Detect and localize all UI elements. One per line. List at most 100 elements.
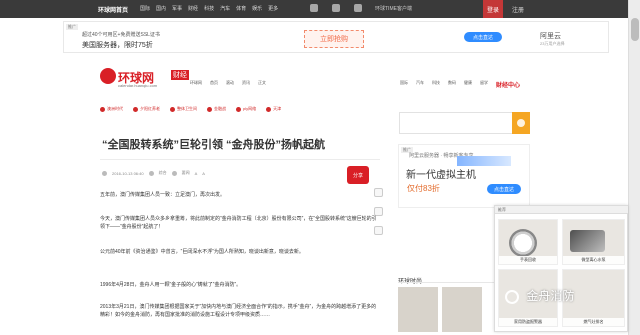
fashion-image[interactable]: [398, 287, 438, 332]
channel-auto[interactable]: 汽车: [416, 80, 424, 89]
scrollbar-thumb[interactable]: [631, 18, 639, 41]
share-button[interactable]: 分享: [347, 166, 369, 184]
article-source: 综合: [158, 170, 167, 175]
circle-icon: [236, 106, 241, 112]
circle-icon: [266, 106, 272, 112]
ad-title: 新一代虚拟主机: [406, 170, 476, 181]
subnav-item[interactable]: ply网络: [236, 104, 256, 114]
article-paragraph: 今天，澳门传媒集团人员众多乡拿重筹，将此前制定的“金舟消防工程（北京）股份有限公…: [100, 216, 377, 230]
circle-icon: [100, 106, 105, 112]
breadcrumb-news[interactable]: 资讯: [242, 80, 250, 86]
section-title: 环球时尚: [398, 276, 422, 285]
nav-sports[interactable]: 体育: [236, 5, 246, 12]
ad-decor: [457, 156, 511, 166]
subnav-item[interactable]: 夕阳红养老: [133, 104, 160, 114]
article-paragraph: 五年前，澳门传媒集团人员一致：立足澳门，再次出发。: [100, 192, 226, 198]
channel-study[interactable]: 留学: [480, 80, 488, 89]
popup-header: 推荐 ×: [495, 206, 628, 214]
subnav-label: 金融战: [214, 106, 226, 111]
right-advertisement[interactable]: 推广 阿里云服务器 · 畅享新客专享 新一代虚拟主机 仅付83折 点击直达: [398, 144, 530, 208]
settings-icon[interactable]: [310, 4, 318, 12]
tag-icon: [171, 170, 177, 176]
subnav-label: 澳洲时代: [107, 106, 123, 111]
top-icons: [310, 4, 362, 12]
recommend-item[interactable]: 微型离心水泵: [562, 219, 625, 265]
site-subdomain: calendar.huanqiu.com: [118, 83, 158, 88]
logo-badge: 财经: [171, 70, 189, 80]
top-bar: 环球网首页 国际 国内 军事 财经 科技 汽车 体育 娱乐 更多 环球TIME客…: [0, 0, 628, 18]
article-meta: 2016-10-13 06:40 综合 要闻 A A: [102, 170, 205, 176]
article-tag: 要闻: [181, 170, 190, 175]
ad-cta-button[interactable]: 立即抢购: [304, 30, 364, 48]
channel-tech[interactable]: 科技: [432, 80, 440, 89]
channel-finance-center[interactable]: 财经中心: [496, 80, 520, 89]
font-size-a[interactable]: A: [195, 171, 198, 176]
recommend-label: 家用防盗报警器: [499, 318, 557, 326]
subnav-item[interactable]: 澳洲时代: [100, 104, 123, 114]
search-input[interactable]: [399, 112, 530, 134]
ad-line-2: 美国服务器，限时75折: [82, 42, 153, 49]
watermark-text: 金舟消防: [526, 289, 575, 303]
ad-line-1: 超过40个可用区+免费赠送SSL证书: [82, 32, 160, 38]
sub-nav: 澳洲时代 夕阳红养老 整体卫生间 金融战 ply网络 天津: [100, 104, 380, 114]
subnav-label: 夕阳红养老: [140, 106, 160, 111]
ad-price: 仅付83折: [407, 184, 440, 193]
article-title: “全国股转系统”巨轮引领 “金舟股份”扬帆起航: [102, 139, 326, 151]
breadcrumb-rolling[interactable]: 滚动: [226, 80, 234, 86]
circle-icon: [133, 106, 138, 112]
nav-entertainment[interactable]: 娱乐: [252, 5, 262, 12]
star-icon[interactable]: [332, 4, 340, 12]
phone-icon[interactable]: [354, 4, 362, 12]
nav-tech[interactable]: 科技: [204, 5, 214, 12]
subnav-label: ply网络: [243, 106, 257, 111]
ad-button[interactable]: 点击直达: [487, 184, 521, 194]
channel-digital[interactable]: 数码: [448, 80, 456, 89]
wechat-icon: [505, 289, 519, 304]
nav-military[interactable]: 军事: [172, 5, 182, 12]
nav-finance[interactable]: 财经: [188, 5, 198, 12]
search-icon: [517, 119, 525, 127]
ad-brand-sub: 23万用户选择: [540, 41, 565, 46]
channel-international[interactable]: 国际: [400, 80, 408, 89]
clock-icon: [102, 170, 107, 176]
app-label[interactable]: 环球TIME客户端: [375, 5, 412, 12]
ad-pill-button[interactable]: 点击直达: [464, 32, 502, 42]
breadcrumb-article: 正文: [258, 80, 266, 85]
top-advertisement[interactable]: 推广 超过40个可用区+免费赠送SSL证书 美国服务器，限时75折 立即抢购 点…: [63, 21, 609, 53]
subnav-item[interactable]: 金融战: [207, 104, 226, 114]
subnav-item[interactable]: 天津: [266, 104, 281, 114]
article-paragraph: 1996年4月28日，金舟人用一颗“金子般的心”铸就了“金舟消防”。: [100, 282, 242, 288]
site-home-link[interactable]: 环球网首页: [98, 5, 128, 14]
popup-recommendations: 推荐 × 手表回收 微型离心水泵 家用防盗报警器 燃气灶排名: [494, 205, 628, 332]
ad-tag: 推广: [66, 24, 78, 30]
logo-icon: [100, 68, 116, 84]
ad-brand: 阿里云 23万用户选择: [540, 31, 564, 47]
recommend-label: 微型离心水泵: [563, 256, 624, 264]
scrollbar[interactable]: [628, 0, 640, 335]
article-date: 2016-10-13 06:40: [112, 170, 144, 176]
subnav-item[interactable]: 整体卫生间: [170, 104, 197, 114]
nav-auto[interactable]: 汽车: [220, 5, 230, 12]
close-icon[interactable]: ×: [498, 207, 626, 212]
register-link[interactable]: 注册: [512, 5, 524, 14]
source-icon: [148, 170, 154, 176]
nav-domestic[interactable]: 国内: [156, 5, 166, 12]
recommend-label: 燃气灶排名: [563, 318, 624, 326]
font-size-a-large[interactable]: A: [202, 171, 205, 176]
fashion-image[interactable]: [442, 287, 482, 332]
watch-image: [509, 229, 537, 257]
breadcrumb: 环球网 首页 滚动 资讯 正文: [190, 80, 266, 86]
channel-health[interactable]: 健康: [464, 80, 472, 89]
circle-icon: [207, 106, 212, 112]
nav-international[interactable]: 国际: [140, 5, 150, 12]
page: 环球网首页 国际 国内 军事 财经 科技 汽车 体育 娱乐 更多 环球TIME客…: [0, 0, 640, 335]
breadcrumb-home[interactable]: 环球网: [190, 80, 202, 86]
search-button[interactable]: [512, 112, 530, 134]
nav-more[interactable]: 更多: [268, 5, 278, 12]
breadcrumb-index[interactable]: 首页: [210, 80, 218, 86]
login-button[interactable]: 登录: [483, 0, 503, 18]
article-paragraph: 公元前40年前《资治通鉴》中曾言，“巨阔深水不浮”为国人所熟知，晓谈出新意，晓谈…: [100, 249, 304, 255]
channel-nav: 国际 汽车 科技 数码 健康 留学 财经中心: [400, 80, 520, 89]
recommend-item[interactable]: 手表回收: [498, 219, 558, 265]
article-paragraph: 2013年3月21日，澳门传媒集团根据国家关于“加快内地与澳门经济全面合作”的指…: [100, 304, 377, 318]
